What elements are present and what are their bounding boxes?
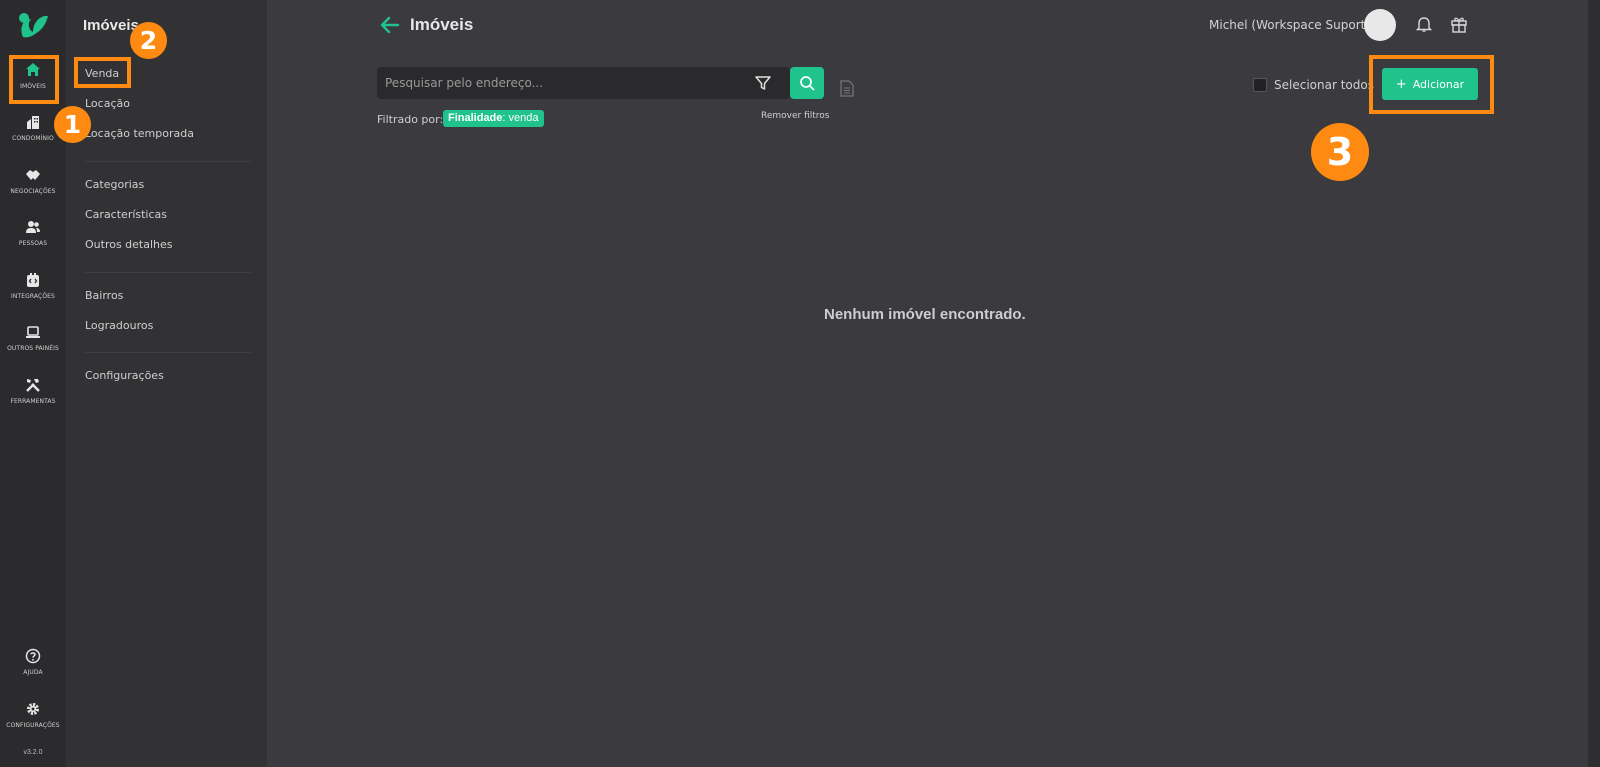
filter-icon[interactable] xyxy=(754,74,772,92)
home-icon xyxy=(26,63,40,76)
empty-state-message: Nenhum imóvel encontrado. xyxy=(824,306,1026,323)
rail-item-outros-paineis[interactable]: OUTROS PAINÉIS xyxy=(0,324,66,372)
submenu: Imóveis Venda Locação Locação temporada … xyxy=(66,0,267,767)
filter-chip-key: Finalidade xyxy=(448,112,503,124)
page-title: Imóveis xyxy=(410,15,474,34)
submenu-item-locacao-temporada[interactable]: Locação temporada xyxy=(85,127,194,140)
rail-item-pessoas[interactable]: PESSOAS xyxy=(0,219,66,267)
submenu-item-categorias[interactable]: Categorias xyxy=(85,178,144,191)
step-badge-2: 2 xyxy=(130,22,167,59)
rail-item-negociacoes[interactable]: NEGOCIAÇÕES xyxy=(0,167,66,215)
submenu-item-configuracoes[interactable]: Configurações xyxy=(85,369,164,382)
submenu-title: Imóveis xyxy=(83,17,139,34)
app-version: v3.2.0 xyxy=(23,749,43,756)
filter-chip-value: : venda xyxy=(502,112,539,124)
search-input[interactable] xyxy=(377,67,790,99)
rail-label: IMÓVEIS xyxy=(20,83,46,90)
select-all-checkbox[interactable] xyxy=(1253,78,1267,92)
step-badge-3: 3 xyxy=(1311,123,1369,181)
submenu-divider xyxy=(85,352,251,353)
remove-filters-link[interactable]: Remover filtros xyxy=(761,111,829,121)
integrations-icon xyxy=(27,273,39,287)
help-icon xyxy=(25,648,41,664)
rail-item-configuracoes[interactable]: CONFIGURAÇÕES xyxy=(0,701,66,749)
document-icon[interactable] xyxy=(840,80,854,97)
laptop-icon xyxy=(26,326,40,338)
rail-item-imoveis[interactable]: IMÓVEIS xyxy=(0,62,66,110)
select-all-label[interactable]: Selecionar todos xyxy=(1274,78,1374,92)
user-name[interactable]: Michel (Workspace Suporte) xyxy=(1209,18,1377,32)
rail-item-ferramentas[interactable]: FERRAMENTAS xyxy=(0,377,66,425)
submenu-item-logradouros[interactable]: Logradouros xyxy=(85,319,153,332)
app-logo-icon[interactable] xyxy=(17,10,49,40)
rail-label: PESSOAS xyxy=(18,240,48,247)
rail-item-integracoes[interactable]: INTEGRAÇÕES xyxy=(0,272,66,320)
tools-icon xyxy=(26,379,40,392)
building-icon xyxy=(27,116,39,129)
submenu-item-venda[interactable]: Venda xyxy=(85,67,119,80)
plus-icon: + xyxy=(1395,76,1407,92)
add-button-label: Adicionar xyxy=(1412,77,1465,91)
back-arrow-icon[interactable] xyxy=(380,16,400,34)
rail-label: OUTROS PAINÉIS xyxy=(7,345,59,352)
submenu-divider xyxy=(85,272,251,273)
filtered-by-label: Filtrado por: xyxy=(377,113,444,126)
bell-icon[interactable] xyxy=(1415,15,1433,33)
search-icon xyxy=(800,76,815,91)
rail-label: NEGOCIAÇÕES xyxy=(10,188,56,195)
avatar[interactable] xyxy=(1364,9,1396,41)
scrollbar[interactable] xyxy=(1588,0,1600,767)
step-badge-1: 1 xyxy=(54,106,91,143)
rail-label: CONDOMÍNIO xyxy=(12,135,54,142)
rail-label: AJUDA xyxy=(23,669,43,676)
submenu-item-caracteristicas[interactable]: Características xyxy=(85,208,167,221)
handshake-icon xyxy=(26,170,40,180)
rail-label: INTEGRAÇÕES xyxy=(11,293,55,300)
add-button[interactable]: + Adicionar xyxy=(1382,68,1478,100)
submenu-item-outros-detalhes[interactable]: Outros detalhes xyxy=(85,238,173,251)
people-icon xyxy=(26,221,40,233)
gear-icon xyxy=(27,703,39,715)
gift-icon[interactable] xyxy=(1450,15,1468,33)
submenu-item-locacao[interactable]: Locação xyxy=(85,97,130,110)
rail-label: CONFIGURAÇÕES xyxy=(6,722,60,729)
rail-label: FERRAMENTAS xyxy=(10,398,56,405)
submenu-divider xyxy=(85,161,251,162)
filter-chip-finalidade[interactable]: Finalidade: venda xyxy=(443,110,544,127)
search-button[interactable] xyxy=(790,67,824,99)
rail-item-ajuda[interactable]: AJUDA xyxy=(0,648,66,696)
submenu-item-bairros[interactable]: Bairros xyxy=(85,289,123,302)
